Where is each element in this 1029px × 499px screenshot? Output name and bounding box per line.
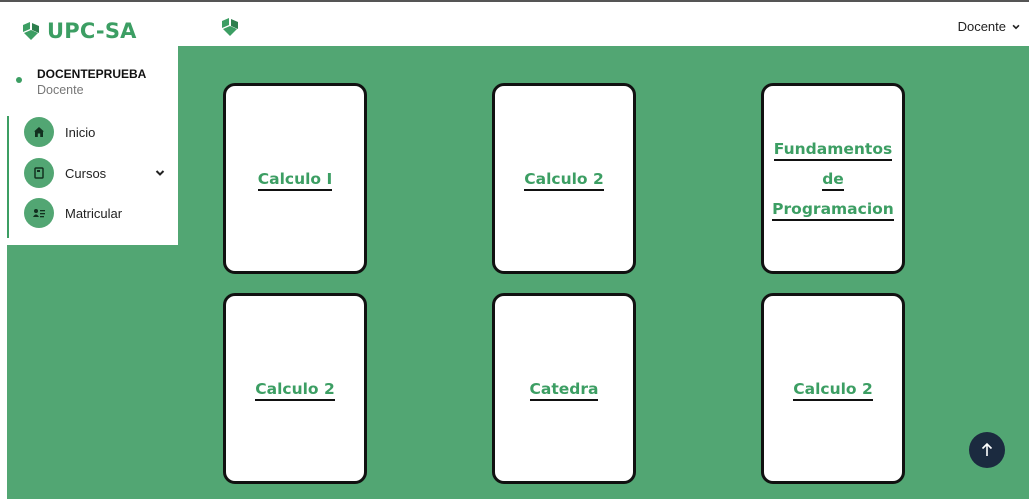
course-card[interactable]: Catedra (492, 293, 636, 484)
course-card[interactable]: Calculo 2 (761, 293, 905, 484)
course-card[interactable]: Calculo 2 (492, 83, 636, 274)
window-top-border (0, 0, 1029, 7)
course-title[interactable]: Calculo 2 (789, 374, 877, 404)
brand-name: UPC-SA (47, 19, 137, 43)
course-title[interactable]: Fundamentos de Programacion (764, 134, 902, 224)
course-card[interactable]: Calculo 2 (223, 293, 367, 484)
chevron-down-icon (1012, 24, 1020, 29)
course-card[interactable]: Fundamentos de Programacion (761, 83, 905, 274)
sidebar-item-cursos[interactable]: Cursos (24, 157, 174, 189)
course-title[interactable]: Catedra (526, 374, 603, 404)
arrow-up-icon (981, 442, 993, 456)
sidebar-nav: Inicio Cursos Matricular (7, 116, 178, 238)
user-name: DOCENTEPRUEBA (37, 67, 147, 81)
upc-logo-icon[interactable] (220, 17, 240, 37)
user-role: Docente (37, 83, 84, 97)
sidebar-item-label: Matricular (65, 205, 123, 221)
course-title[interactable]: Calculo 2 (520, 164, 608, 194)
home-icon (24, 117, 54, 147)
sidebar-item-label: Inicio (65, 124, 96, 140)
course-title[interactable]: Calculo I (254, 164, 337, 194)
course-card[interactable]: Calculo I (223, 83, 367, 274)
id-card-icon (24, 198, 54, 228)
upc-logo-icon (23, 22, 39, 40)
sidebar-item-matricular[interactable]: Matricular (24, 197, 174, 229)
brand[interactable]: UPC-SA (21, 19, 137, 43)
book-icon (24, 158, 54, 188)
chevron-down-icon[interactable] (154, 167, 166, 179)
online-status-dot (16, 77, 22, 83)
user-menu-dropdown[interactable]: Docente (958, 19, 1021, 34)
course-title[interactable]: Calculo 2 (251, 374, 339, 404)
sidebar-item-label: Cursos (65, 165, 107, 181)
sidebar-item-inicio[interactable]: Inicio (24, 116, 174, 148)
top-navbar: Docente (196, 7, 1029, 46)
sidebar: UPC-SA DOCENTEPRUEBA Docente Inicio Curs… (7, 7, 178, 245)
user-menu-label: Docente (957, 19, 1006, 34)
scroll-to-top-button[interactable] (969, 432, 1005, 468)
